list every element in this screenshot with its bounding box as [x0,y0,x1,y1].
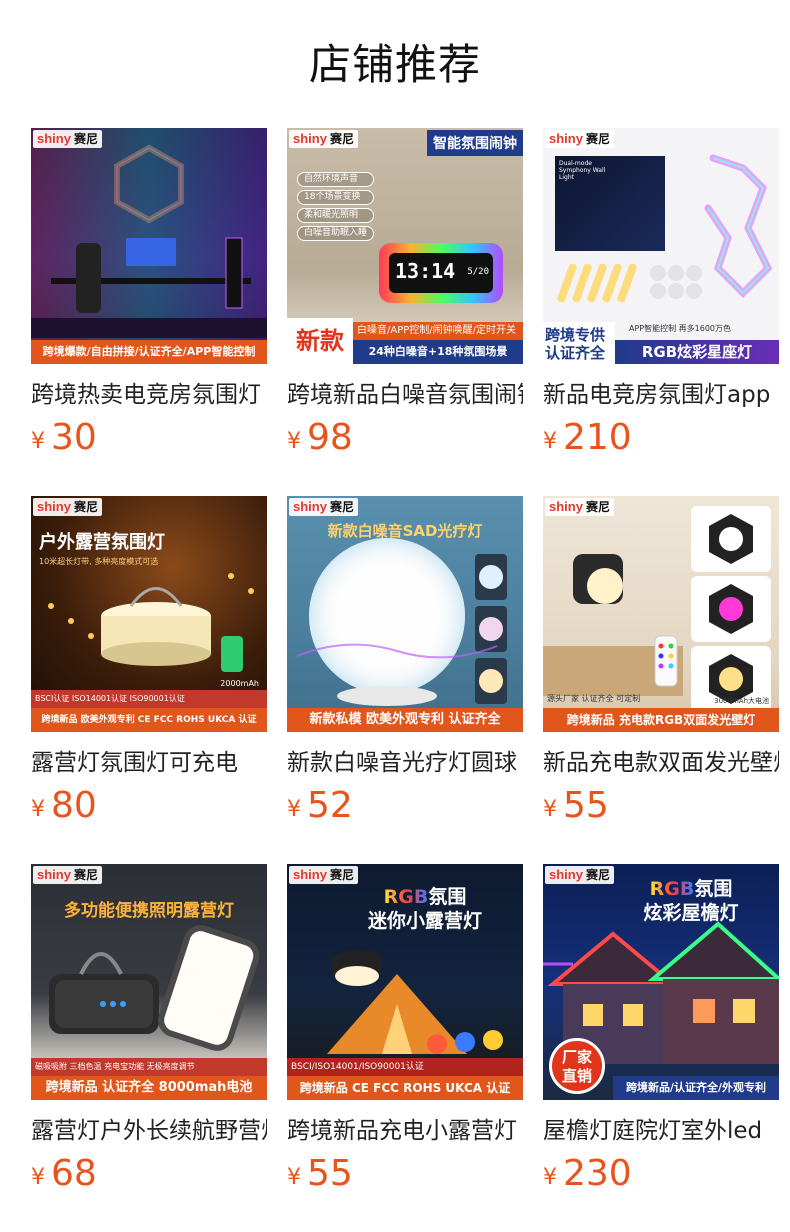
product-price: ¥98 [287,417,353,458]
feature-item: 18个场景变换 [297,190,375,205]
cert-strip: BSCI认证 ISO14001认证 ISO90001认证 [31,690,267,708]
page-title: 店铺推荐 [308,40,481,89]
product-card[interactable]: shiny 赛尼 RGB氛围 炫彩屋檐灯 厂家 直销 跨境新品/认证齐全/外观专利… [543,864,779,1194]
product-name[interactable]: 跨境新品白噪音氛围闹钟 [287,378,523,412]
product-card[interactable]: shiny 赛尼 多功能便携照明露营灯 磁吸吸附 三档色温 充电宝功能 无极亮度调… [31,864,267,1194]
product-name[interactable]: 跨境热卖电竞房氛围灯 [31,378,267,412]
feature-list: 自然环境声音 18个场景变换 柔和暖光照明 白噪音助眠入睡 [297,172,375,244]
product-name[interactable]: 跨境新品充电小露营灯 [287,1114,523,1148]
left-tag: 跨境专供 认证齐全 [543,322,615,364]
product-banner: 跨境新品/认证齐全/外观专利 [613,1076,779,1100]
product-banner: 跨境新品 CE FCC ROHS UKCA 认证 [287,1076,523,1100]
small-caption: 磁吸吸附 三档色温 充电宝功能 无极亮度调节 [31,1058,267,1076]
brand-logo: shiny 赛尼 [289,130,358,148]
feature-item: 柔和暖光照明 [297,208,375,223]
product-banner: 24种白噪音+18种氛围场景 [353,340,523,364]
product-card[interactable]: shiny 赛尼 RGB氛围 迷你小露营灯 BSCI/ISO14001/ISO90… [287,864,523,1194]
small-caption: 源头厂家 认证齐全 可定制 [547,694,641,703]
product-name[interactable]: 新品充电款双面发光壁灯 [543,746,779,780]
product-price: ¥55 [287,1153,353,1194]
product-image[interactable]: shiny 赛尼 户外露营氛围灯 10米超长灯带, 多种亮度模式可选 2000mA… [31,496,267,732]
product-name[interactable]: 屋檐灯庭院灯室外led [543,1114,779,1148]
product-banner: 跨境新品 认证齐全 8000mah电池 [31,1076,267,1100]
feature-item: 自然环境声音 [297,172,375,187]
product-name[interactable]: 新品电竞房氛围灯app [543,378,779,412]
product-name[interactable]: 露营灯氛围灯可充电 [31,746,267,780]
alarm-clock-graphic: 13:14 5/20 [379,243,503,303]
product-card[interactable]: shiny 赛尼 智能氛围闹钟 自然环境声音 18个场景变换 柔和暖光照明 白噪音… [287,128,523,458]
product-image[interactable]: shiny 赛尼 跨境爆款/自由拼接/认证齐全/APP智能控制 [31,128,267,364]
new-tag: 新款 [287,318,353,364]
product-price: ¥230 [543,1153,632,1194]
hexagon-light-graphic [31,128,267,364]
product-image[interactable]: shiny 赛尼 智能氛围闹钟 自然环境声音 18个场景变换 柔和暖光照明 白噪音… [287,128,523,364]
product-price: ¥80 [31,785,97,826]
product-banner: 跨境新品 充电款RGB双面发光壁灯 [543,708,779,732]
product-image[interactable]: shiny 赛尼 RGB氛围 迷你小露营灯 BSCI/ISO14001/ISO90… [287,864,523,1100]
product-card[interactable]: shiny 赛尼 源头厂家 认证齐全 可定制 3000mAh大电池 跨境新品 充电… [543,496,779,826]
product-banner: 新款私模 欧美外观专利 认证齐全 [287,708,523,732]
sad-lamp-graphic [296,538,507,706]
product-headline: 智能氛围闹钟 [427,130,523,156]
product-banner: 跨境爆款/自由拼接/认证齐全/APP智能控制 [31,340,267,364]
product-banner: 跨境新品 欧美外观专利 CE FCC ROHS UKCA 认证 [31,708,267,732]
cert-strip: BSCI/ISO14001/ISO90001认证 [287,1058,523,1076]
product-card[interactable]: shiny 赛尼 Dual-mode Symphony Wall Light 跨境… [543,128,779,458]
product-price: ¥68 [31,1153,97,1194]
small-caption: APP智能控制 再多1600万色 [629,324,732,333]
product-price: ¥30 [31,417,97,458]
factory-stamp: 厂家 直销 [549,1038,605,1094]
clock-time: 13:14 [395,259,456,283]
product-image[interactable]: shiny 赛尼 多功能便携照明露营灯 磁吸吸附 三档色温 充电宝功能 无极亮度调… [31,864,267,1100]
product-price: ¥52 [287,785,353,826]
feature-item: 白噪音助眠入睡 [297,226,375,241]
brand-logo: shiny 赛尼 [33,130,102,148]
clock-date: 5/20 [467,267,489,277]
product-image[interactable]: shiny 赛尼 Dual-mode Symphony Wall Light 跨境… [543,128,779,364]
product-card[interactable]: shiny 赛尼 户外露营氛围灯 10米超长灯带, 多种亮度模式可选 2000mA… [31,496,267,826]
feature-strip: 白噪音/APP控制/闹钟唤醒/定时开关 [353,322,523,340]
product-banner: RGB炫彩星座灯 [615,340,779,364]
product-price: ¥55 [543,785,609,826]
product-price: ¥210 [543,417,632,458]
product-image[interactable]: shiny 赛尼 源头厂家 认证齐全 可定制 3000mAh大电池 跨境新品 充电… [543,496,779,732]
product-image[interactable]: shiny 赛尼 新款白噪音SAD光疗灯 新款私模 欧美外观专利 认证齐全 [287,496,523,732]
battery-label: 3000mAh大电池 [714,697,769,705]
product-card[interactable]: shiny 赛尼 新款白噪音SAD光疗灯 新款私模 欧美外观专利 认证齐全 新款白… [287,496,523,826]
battery-label: 2000mAh [220,679,259,688]
product-name[interactable]: 新款白噪音光疗灯圆球 [287,746,523,780]
product-name[interactable]: 露营灯户外长续航野营灯 [31,1114,267,1148]
product-card[interactable]: shiny 赛尼 跨境爆款/自由拼接/认证齐全/APP智能控制 跨境热卖电竞房氛围… [31,128,267,458]
product-image[interactable]: shiny 赛尼 RGB氛围 炫彩屋檐灯 厂家 直销 跨境新品/认证齐全/外观专利 [543,864,779,1100]
